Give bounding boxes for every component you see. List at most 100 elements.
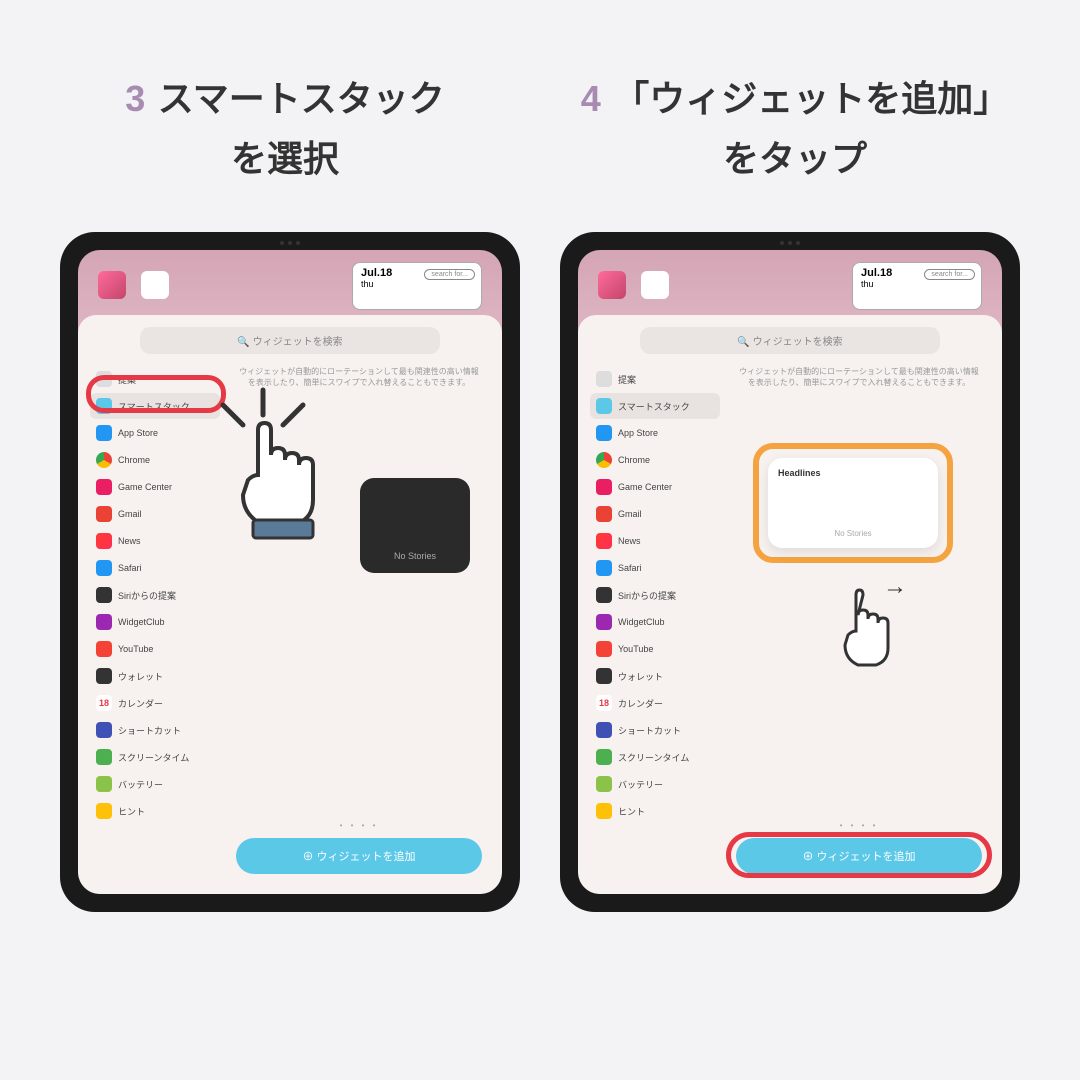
no-stories-label: No Stories <box>834 529 871 538</box>
screen: Jul.18 thu search for... 🔍 ウィジェットを検索 提案ス… <box>578 250 1002 894</box>
sidebar-item[interactable]: 提案 <box>590 366 720 392</box>
app-icon <box>596 479 612 495</box>
sidebar-item[interactable]: WidgetClub <box>90 609 220 635</box>
sidebar-item[interactable]: スマートスタック <box>590 393 720 419</box>
sidebar-item-label: YouTube <box>118 644 153 654</box>
app-icon <box>596 614 612 630</box>
sidebar-item-label: Safari <box>618 563 642 573</box>
sidebar-item[interactable]: ショートカット <box>90 717 220 743</box>
sidebar-item[interactable]: Siriからの提案 <box>590 582 720 608</box>
add-widget-button[interactable]: ⊕ ウィジェットを追加 <box>236 838 482 874</box>
app-icon <box>596 506 612 522</box>
headlines-label: Headlines <box>778 468 928 478</box>
sidebar-item[interactable]: ウォレット <box>590 663 720 689</box>
date-widget: Jul.18 thu search for... <box>852 262 982 310</box>
app-icon <box>96 722 112 738</box>
app-icon <box>596 803 612 819</box>
sidebar-item[interactable]: ヒント <box>90 798 220 824</box>
search-pill: search for... <box>424 269 475 280</box>
day-text: thu <box>361 279 473 289</box>
step-text-line1: スマートスタック <box>158 78 445 119</box>
app-icon <box>596 371 612 387</box>
app-icon <box>596 641 612 657</box>
sidebar-item[interactable]: App Store <box>90 420 220 446</box>
notch <box>765 240 815 246</box>
search-icon: 🔍 <box>737 337 752 348</box>
day-text: thu <box>861 279 973 289</box>
app-icon <box>598 271 626 299</box>
page-indicator: • • • • <box>728 821 990 830</box>
app-icon <box>141 271 169 299</box>
sidebar-item-label: カレンダー <box>618 697 663 710</box>
sidebar-item-label: バッテリー <box>618 778 663 791</box>
sidebar-item-label: Siriからの提案 <box>118 589 176 602</box>
swipe-gesture-icon <box>828 583 898 678</box>
sidebar-item-label: Game Center <box>118 482 172 492</box>
sidebar-item[interactable]: 18 カレンダー <box>590 690 720 716</box>
sidebar-item-label: ショートカット <box>118 724 181 737</box>
sidebar-item[interactable]: Game Center <box>90 474 220 500</box>
app-icon <box>96 641 112 657</box>
widget-preview-dark[interactable]: No Stories <box>360 478 470 573</box>
tap-gesture-icon <box>208 380 348 545</box>
homescreen-background: Jul.18 thu search for... <box>78 250 502 320</box>
sidebar-item-label: ヒント <box>118 805 145 818</box>
sidebar-item-label: News <box>618 536 641 546</box>
widget-sidebar: 提案スマートスタックApp StoreChromeGame CenterGmai… <box>590 366 720 882</box>
sidebar-item[interactable]: News <box>90 528 220 554</box>
sidebar-item[interactable]: スクリーンタイム <box>90 744 220 770</box>
app-icon <box>98 271 126 299</box>
sidebar-item[interactable]: YouTube <box>90 636 220 662</box>
sidebar-item-label: ヒント <box>618 805 645 818</box>
step-4: 4 「ウィジェットを追加」 をタップ <box>550 70 1040 182</box>
sidebar-item-label: WidgetClub <box>618 617 665 627</box>
content-area: ウィジェットが自動的にローテーションして最も関連性の高い情報を表示したり、簡単に… <box>728 366 990 882</box>
sidebar-item-label: カレンダー <box>118 697 163 710</box>
sidebar-item[interactable]: News <box>590 528 720 554</box>
sidebar-item[interactable]: YouTube <box>590 636 720 662</box>
app-icon <box>596 722 612 738</box>
sidebar-item-label: バッテリー <box>118 778 163 791</box>
sidebar-item[interactable]: バッテリー <box>590 771 720 797</box>
sidebar-item[interactable]: Safari <box>590 555 720 581</box>
sidebar-item[interactable]: Gmail <box>90 501 220 527</box>
highlight-add-button <box>726 832 992 878</box>
sidebar-item[interactable]: App Store <box>590 420 720 446</box>
app-icon <box>96 560 112 576</box>
plus-icon: ⊕ <box>302 851 316 863</box>
sidebar-item[interactable]: Gmail <box>590 501 720 527</box>
app-icon <box>596 398 612 414</box>
sidebar-item[interactable]: WidgetClub <box>590 609 720 635</box>
sidebar-item[interactable]: Safari <box>90 555 220 581</box>
app-icon <box>96 425 112 441</box>
app-icon <box>596 668 612 684</box>
ipad-step3: Jul.18 thu search for... 🔍 ウィジェットを検索 提案ス… <box>60 232 520 912</box>
screen: Jul.18 thu search for... 🔍 ウィジェットを検索 提案ス… <box>78 250 502 894</box>
sidebar-item[interactable]: Chrome <box>590 447 720 473</box>
instructions-row: 3 スマートスタック を選択 4 「ウィジェットを追加」 をタップ <box>0 0 1080 202</box>
sidebar-item[interactable]: Siriからの提案 <box>90 582 220 608</box>
sidebar-item[interactable]: バッテリー <box>90 771 220 797</box>
sidebar-item[interactable]: Chrome <box>90 447 220 473</box>
app-icon <box>596 560 612 576</box>
sidebar-item[interactable]: ショートカット <box>590 717 720 743</box>
sidebar-item-label: 提案 <box>618 373 636 386</box>
sidebar-item[interactable]: ヒント <box>590 798 720 824</box>
step-3: 3 スマートスタック を選択 <box>40 70 530 182</box>
widget-preview-light[interactable]: Headlines No Stories <box>768 458 938 548</box>
app-icon <box>96 614 112 630</box>
step-text-line2: を選択 <box>40 130 530 182</box>
sidebar-item[interactable]: Game Center <box>590 474 720 500</box>
search-input[interactable]: 🔍 ウィジェットを検索 <box>640 327 940 354</box>
step-text-line2: をタップ <box>550 130 1040 182</box>
homescreen-background: Jul.18 thu search for... <box>578 250 1002 320</box>
app-icon: 18 <box>96 695 112 711</box>
app-icon <box>596 749 612 765</box>
sidebar-item[interactable]: 18 カレンダー <box>90 690 220 716</box>
sidebar-item[interactable]: スクリーンタイム <box>590 744 720 770</box>
sidebar-item-label: ウォレット <box>118 670 163 683</box>
ipad-step4: Jul.18 thu search for... 🔍 ウィジェットを検索 提案ス… <box>560 232 1020 912</box>
app-icon: 18 <box>596 695 612 711</box>
search-input[interactable]: 🔍 ウィジェットを検索 <box>140 327 440 354</box>
sidebar-item[interactable]: ウォレット <box>90 663 220 689</box>
